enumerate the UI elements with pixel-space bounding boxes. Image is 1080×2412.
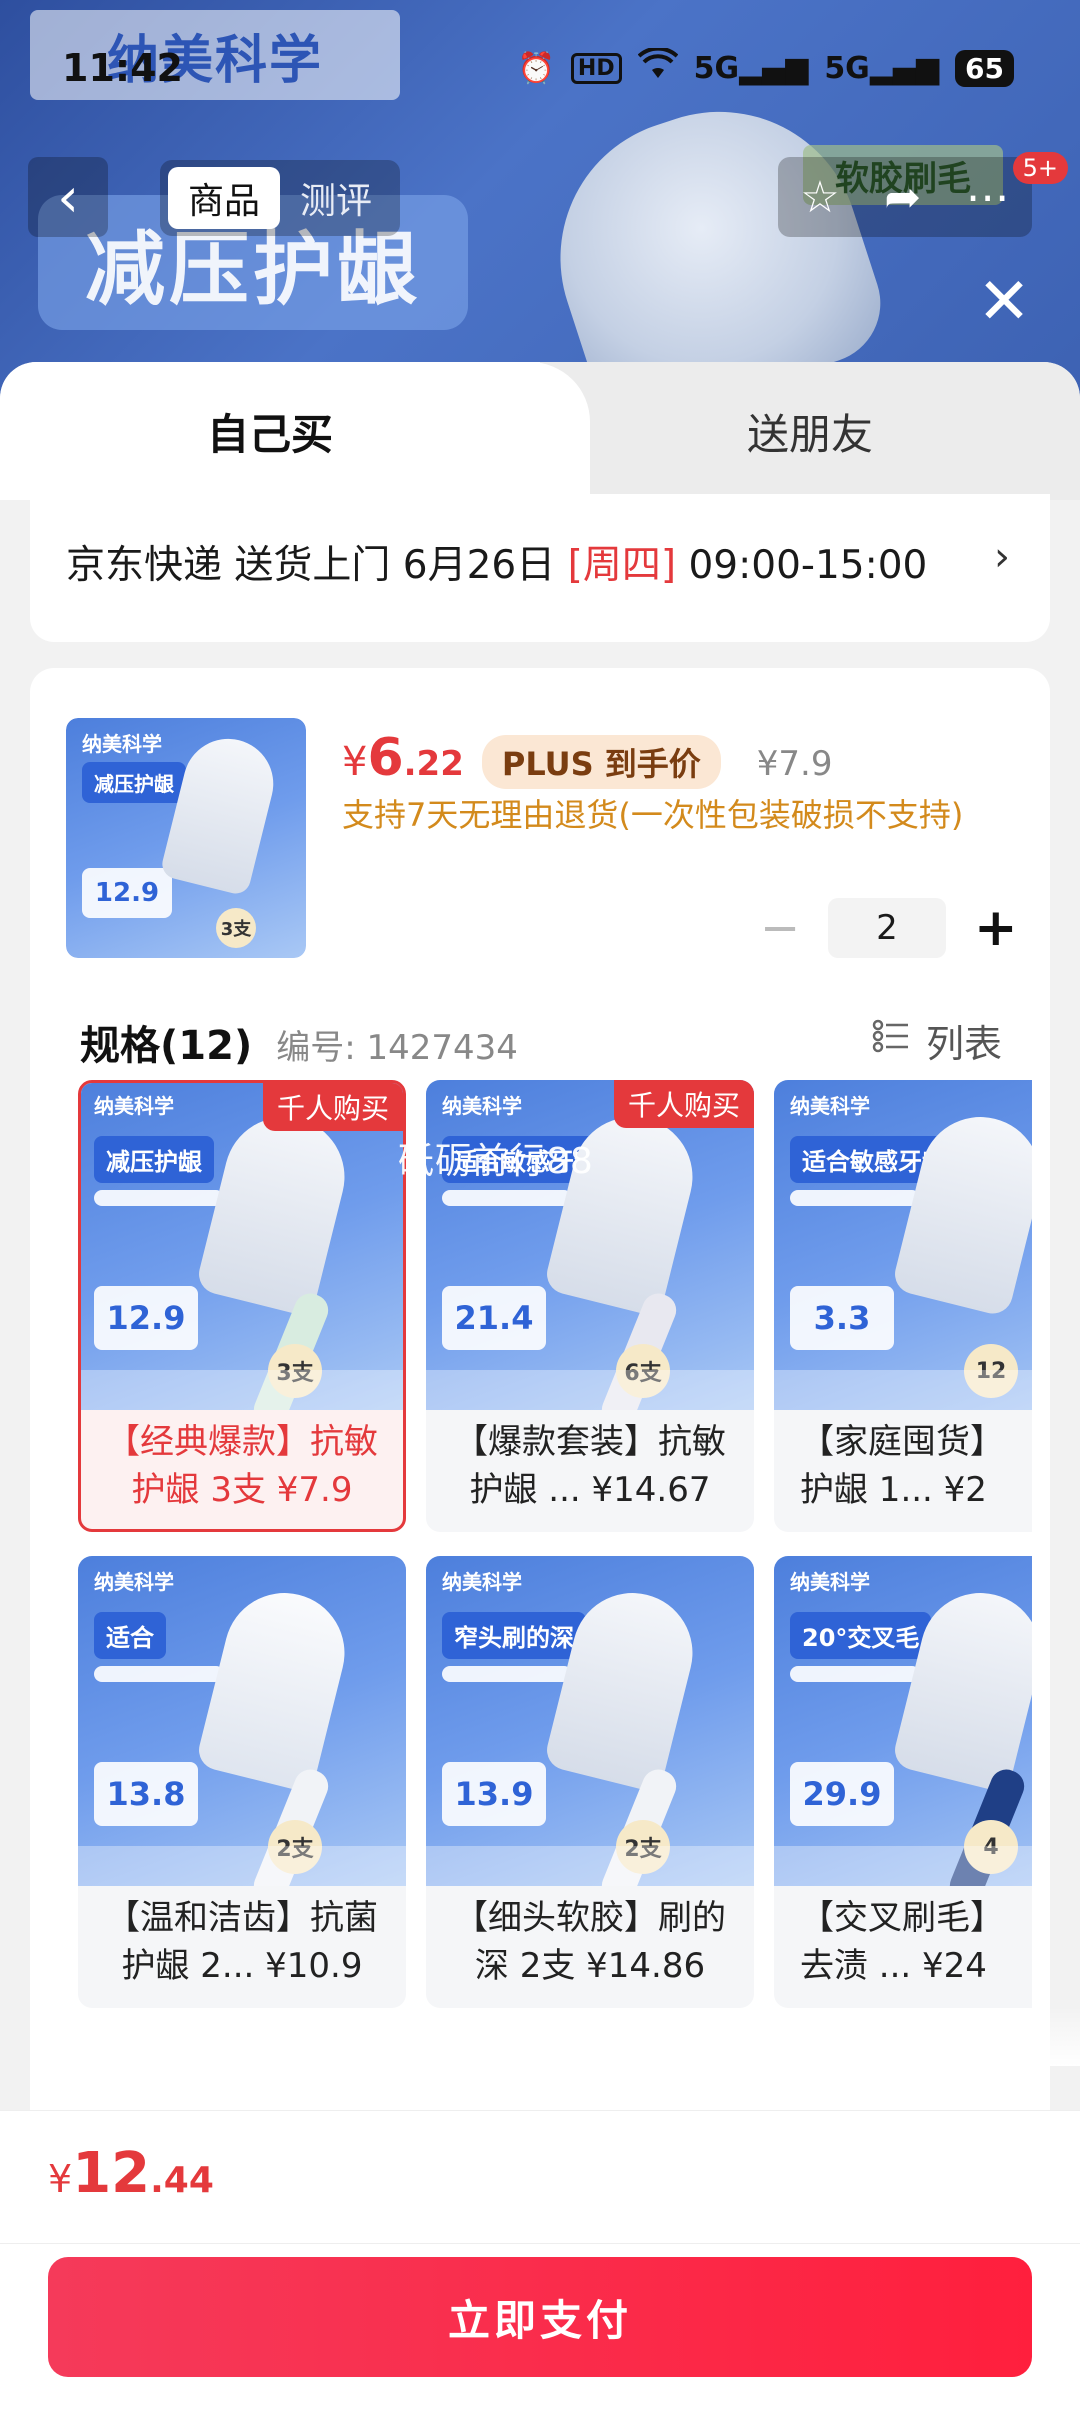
delivery-row[interactable]: 京东快递 送货上门 6月26日 [周四] 09:00-15:00 › [30, 494, 1050, 642]
spec-item-caption: 【家庭囤货】 护龈 1... ¥2 [800, 1422, 1004, 1510]
quantity-stepper: − 2 + [760, 898, 1018, 958]
hot-badge: 千人购买 [613, 1080, 754, 1128]
status-icons: ⏰ HD 5G▂▄▆ 5G▂▄▆ 65 [517, 46, 1014, 88]
spec-item[interactable]: 纳美科学 20°交叉毛 29.9 4 【交叉刷毛】 去渍 ... ¥24 [774, 1556, 1032, 2008]
spec-header: 规格(12) 编号: 1427434 [80, 1013, 518, 1071]
status-bar: 11:42 ⏰ HD 5G▂▄▆ 5G▂▄▆ 65 [0, 0, 1080, 140]
spec-item-image: 纳美科学 20°交叉毛 29.9 4 [774, 1556, 1032, 1886]
quantity-value[interactable]: 2 [828, 898, 946, 958]
scroll-fade [30, 2006, 1080, 2066]
spec-item[interactable]: 千人购买 纳美科学 减压护龈 12.9 3支 【经典爆款】抗敏 护龈 3支 ¥7… [78, 1080, 406, 1532]
list-view-toggle[interactable]: 列表 [872, 1013, 1002, 1068]
original-price: ¥7.9 [756, 744, 833, 784]
pay-now-button[interactable]: 立即支付 [48, 2257, 1032, 2377]
signal-icon-2: 5G▂▄▆ [824, 50, 940, 86]
tab-buy-self[interactable]: 自己买 [0, 362, 540, 500]
chevron-left-icon: ‹ [57, 165, 79, 229]
message-badge: 5+ [1012, 152, 1068, 184]
delivery-weekday: [周四] [567, 543, 677, 588]
close-icon[interactable]: ✕ [964, 262, 1044, 342]
checkout-bar: ¥ 12 .44 立即支付 [0, 2110, 1080, 2412]
alarm-icon: ⏰ [517, 50, 555, 86]
product-thumbnail[interactable]: 纳美科学 减压护龈 12.9 3支 [66, 718, 306, 958]
product-card: 纳美科学 减压护龈 12.9 3支 ¥ 6 .22 PLUS 到手价 ¥7.9 … [30, 668, 1080, 2112]
tab-review[interactable]: 测评 [280, 167, 392, 229]
price-line: ¥ 6 .22 PLUS 到手价 ¥7.9 [342, 728, 832, 789]
return-policy-note: 支持7天无理由退货(一次性包装破损不支持) [342, 796, 964, 834]
hot-badge: 千人购买 [262, 1083, 403, 1131]
spec-item-caption: 【细头软胶】刷的 深 2支 ¥14.86 [454, 1898, 726, 1986]
spec-item[interactable]: 纳美科学 适合 13.8 2支 【温和洁齿】抗菌 护龈 2... ¥10.9 [78, 1556, 406, 2008]
spec-item[interactable]: 纳美科学 适合敏感牙龈 3.3 12 【家庭囤货】 护龈 1... ¥2 [774, 1080, 1032, 1532]
spec-item-caption: 【温和洁齿】抗菌 护龈 2... ¥10.9 [106, 1898, 378, 1986]
chevron-right-icon: › [994, 534, 1010, 580]
spec-item-image: 纳美科学 窄头刷的深 13.9 2支 [426, 1556, 754, 1886]
spec-item[interactable]: 纳美科学 窄头刷的深 13.9 2支 【细头软胶】刷的 深 2支 ¥14.86 [426, 1556, 754, 2008]
back-button[interactable]: ‹ [28, 157, 108, 237]
signal-icon-1: 5G▂▄▆ [693, 50, 809, 86]
purchase-sheet: 送朋友 自己买 京东快递 送货上门 6月26日 [周四] 09:00-15:00… [0, 362, 1080, 2112]
product-nav-tabs: 商品 测评 [160, 160, 401, 236]
spec-item-image: 纳美科学 适合 13.8 2支 [78, 1556, 406, 1886]
feature-list [94, 1666, 224, 1682]
delivery-time: 09:00-15:00 [688, 543, 928, 588]
price-currency: ¥ [342, 739, 368, 785]
spec-item-caption: 【爆款套装】抗敏 护龈 ... ¥14.67 [454, 1422, 726, 1510]
spec-item-caption: 【经典爆款】抗敏 护龈 3支 ¥7.9 [106, 1422, 378, 1510]
spec-title: 规格(12) [80, 1023, 253, 1069]
minus-icon[interactable]: − [760, 900, 800, 956]
feature-list [442, 1190, 572, 1206]
wifi-icon [637, 46, 678, 88]
nav-actions: ☆ ➦ ⋯ [778, 157, 1032, 237]
price-integer: 6 [367, 728, 404, 788]
price-decimal: .22 [403, 744, 464, 784]
feature-list [94, 1190, 224, 1206]
battery-icon: 65 [955, 49, 1014, 87]
spec-grid: 千人购买 纳美科学 减压护龈 12.9 3支 【经典爆款】抗敏 护龈 3支 ¥7… [78, 1080, 1032, 2010]
star-icon[interactable]: ☆ [800, 172, 839, 223]
feature-list [442, 1666, 572, 1682]
hd-icon: HD [570, 52, 622, 84]
tab-product[interactable]: 商品 [168, 167, 281, 229]
feature-list [790, 1666, 920, 1682]
spec-item-caption: 【交叉刷毛】 去渍 ... ¥24 [800, 1898, 1004, 1986]
purchase-mode-tabs: 送朋友 自己买 [0, 362, 1080, 500]
status-time: 11:42 [62, 46, 183, 90]
spec-number: 编号: 1427434 [276, 1028, 518, 1068]
watermark-text: 砥砺前行88 [398, 1141, 594, 1182]
divider [0, 2243, 1080, 2244]
plus-icon[interactable]: + [974, 898, 1018, 958]
list-icon [872, 1017, 910, 1064]
share-icon[interactable]: ➦ [884, 172, 921, 223]
spec-item-image: 纳美科学 适合敏感牙龈 3.3 12 [774, 1080, 1032, 1410]
spec-item-image: 纳美科学 适合敏感牙龈 21.4 6支 [426, 1080, 754, 1410]
plus-price-tag: PLUS 到手价 [481, 735, 721, 789]
feature-list [790, 1190, 920, 1206]
tab-gift-friend[interactable]: 送朋友 [540, 362, 1080, 500]
total-price: ¥ 12 .44 [48, 2141, 214, 2206]
delivery-text: 京东快递 送货上门 6月26日 [周四] 09:00-15:00 [66, 543, 928, 588]
more-icon[interactable]: ⋯ [966, 172, 1010, 223]
